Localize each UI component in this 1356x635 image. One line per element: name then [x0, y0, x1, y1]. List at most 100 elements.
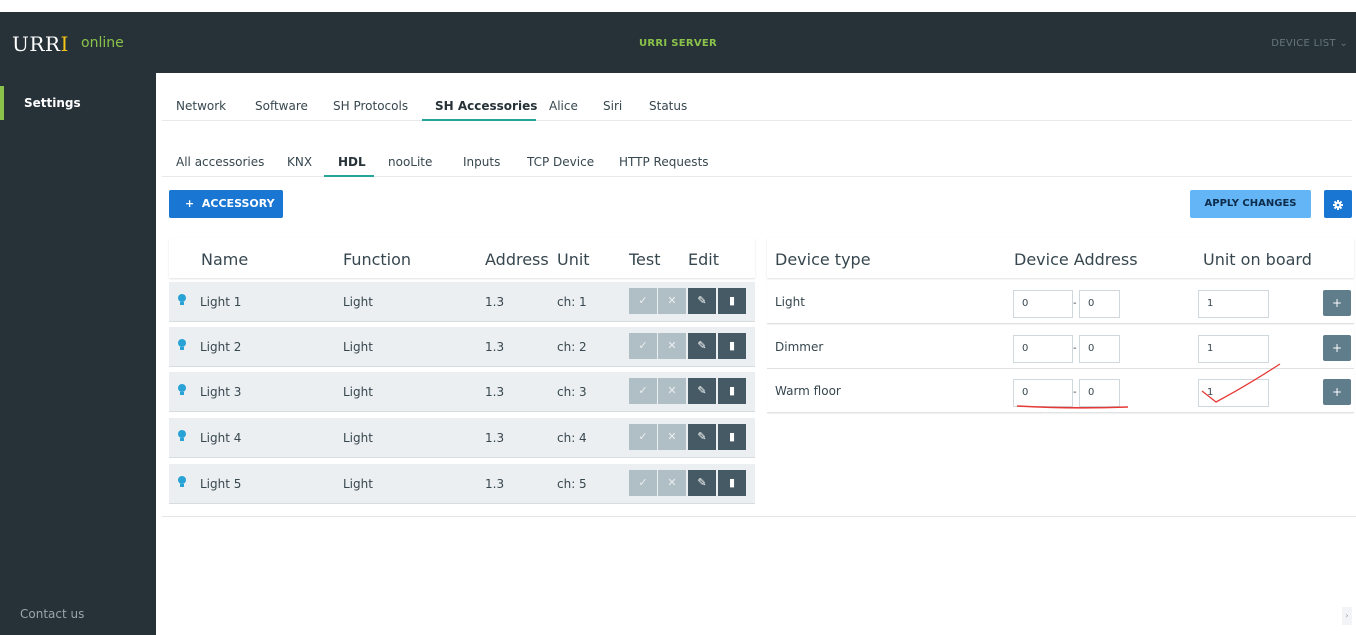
tab-inputs[interactable]: Inputs [463, 155, 500, 169]
row-name: Light 4 [200, 431, 242, 445]
row-function: Light [343, 477, 373, 491]
active-tab-indicator [422, 119, 536, 121]
row-function: Light [343, 340, 373, 354]
contact-us-link[interactable]: Contact us [20, 607, 84, 621]
gear-icon [1333, 199, 1343, 210]
edit-button[interactable]: ✎ [688, 333, 716, 359]
red-annotation-marks [1016, 363, 1281, 409]
sidebar-item-settings[interactable]: Settings [0, 86, 156, 120]
row-function: Light [343, 385, 373, 399]
check-icon: ✓ [638, 430, 648, 443]
row-function: Light [343, 295, 373, 309]
lightbulb-icon [178, 476, 186, 487]
tab-siri[interactable]: Siri [603, 99, 622, 113]
table-row[interactable]: Light 5 Light 1.3 ch: 5 ✓ ✕ ✎ ▮ [169, 464, 755, 504]
tab-alice[interactable]: Alice [549, 99, 578, 113]
table-row[interactable]: Light 1 Light 1.3 ch: 1 ✓ ✕ ✎ ▮ [169, 282, 755, 322]
delete-button[interactable]: ▮ [718, 378, 746, 404]
test-on-button[interactable]: ✓ [629, 378, 657, 404]
tab-sh-accessories[interactable]: SH Accessories [435, 99, 537, 113]
row-name: Light 3 [200, 385, 242, 399]
row-unit: ch: 5 [557, 477, 587, 491]
table-row[interactable]: Light 4 Light 1.3 ch: 4 ✓ ✕ ✎ ▮ [169, 418, 755, 458]
address-part1-input[interactable]: 0 [1013, 335, 1073, 363]
address-part2-input[interactable]: 0 [1079, 290, 1120, 318]
server-title: URRI SERVER [638, 38, 718, 49]
check-icon: ✓ [638, 384, 648, 397]
delete-button[interactable]: ▮ [718, 288, 746, 314]
close-icon: ✕ [667, 430, 677, 443]
delete-button[interactable]: ▮ [718, 333, 746, 359]
add-accessory-button[interactable]: + ACCESSORY [169, 190, 283, 218]
edit-button[interactable]: ✎ [688, 424, 716, 450]
add-device-button[interactable]: + [1323, 379, 1351, 405]
device-list-dropdown[interactable]: DEVICE LIST ⌄ [1271, 38, 1348, 49]
row-name: Light 2 [200, 340, 242, 354]
top-bar: URRI online URRI SERVER DEVICE LIST ⌄ [0, 12, 1356, 73]
table-row[interactable]: Light 3 Light 1.3 ch: 3 ✓ ✕ ✎ ▮ [169, 372, 755, 412]
tab-hdl[interactable]: HDL [338, 155, 366, 169]
row-address: 1.3 [485, 431, 505, 445]
trash-icon: ▮ [728, 294, 736, 307]
edit-button[interactable]: ✎ [688, 288, 716, 314]
tab-sh-protocols[interactable]: SH Protocols [333, 99, 408, 113]
test-off-button[interactable]: ✕ [658, 288, 686, 314]
test-on-button[interactable]: ✓ [629, 333, 657, 359]
header-unit-on-board: Unit on board [1203, 250, 1312, 269]
header-edit: Edit [688, 250, 719, 269]
header-unit: Unit [557, 250, 590, 269]
unit-on-board-input[interactable]: 1 [1198, 335, 1269, 363]
header-device-type: Device type [775, 250, 871, 269]
unit-on-board-input[interactable]: 1 [1198, 290, 1269, 318]
edit-button[interactable]: ✎ [688, 378, 716, 404]
address-separator: - [1073, 298, 1077, 309]
address-part1-input[interactable]: 0 [1013, 290, 1073, 318]
edit-button[interactable]: ✎ [688, 470, 716, 496]
test-off-button[interactable]: ✕ [658, 378, 686, 404]
device-type-label: Dimmer [775, 340, 824, 354]
row-address: 1.3 [485, 385, 505, 399]
test-off-button[interactable]: ✕ [658, 470, 686, 496]
tab-tcp-device[interactable]: TCP Device [527, 155, 594, 169]
check-icon: ✓ [638, 339, 648, 352]
plus-icon: + [1331, 296, 1343, 310]
header-name: Name [201, 250, 249, 269]
test-on-button[interactable]: ✓ [629, 288, 657, 314]
delete-button[interactable]: ▮ [718, 424, 746, 450]
settings-button[interactable] [1324, 190, 1352, 218]
pencil-icon: ✎ [697, 476, 707, 489]
tab-noolite[interactable]: nooLite [388, 155, 432, 169]
tab-knx[interactable]: KNX [287, 155, 312, 169]
tab-network[interactable]: Network [176, 99, 226, 113]
row-function: Light [343, 431, 373, 445]
tab-all-accessories[interactable]: All accessories [176, 155, 264, 169]
address-part2-input[interactable]: 0 [1079, 335, 1120, 363]
pencil-icon: ✎ [697, 384, 707, 397]
row-unit: ch: 4 [557, 431, 587, 445]
close-icon: ✕ [667, 339, 677, 352]
header-device-address: Device Address [1014, 250, 1138, 269]
sidebar: Settings Contact us [0, 73, 156, 635]
chevron-down-icon: ⌄ [1339, 38, 1348, 49]
pencil-icon: ✎ [697, 294, 707, 307]
main-tabs: Network Software SH Protocols SH Accesso… [162, 89, 1352, 121]
test-off-button[interactable]: ✕ [658, 424, 686, 450]
lightbulb-icon [178, 294, 186, 305]
test-on-button[interactable]: ✓ [629, 470, 657, 496]
device-type-table-header: Device type Device Address Unit on board [767, 238, 1354, 278]
plus-icon: + [185, 197, 195, 210]
test-on-button[interactable]: ✓ [629, 424, 657, 450]
close-icon: ✕ [667, 384, 677, 397]
add-device-button[interactable]: + [1323, 335, 1351, 361]
table-row[interactable]: Light 2 Light 1.3 ch: 2 ✓ ✕ ✎ ▮ [169, 327, 755, 367]
tab-software[interactable]: Software [255, 99, 308, 113]
sub-tabs: All accessories KNX HDL nooLite Inputs T… [162, 145, 1352, 177]
delete-button[interactable]: ▮ [718, 470, 746, 496]
tab-http-requests[interactable]: HTTP Requests [619, 155, 709, 169]
tab-status[interactable]: Status [649, 99, 687, 113]
check-icon: ✓ [638, 476, 648, 489]
test-off-button[interactable]: ✕ [658, 333, 686, 359]
side-toggle-icon[interactable]: › [1342, 607, 1352, 625]
apply-changes-button[interactable]: APPLY CHANGES [1190, 190, 1311, 218]
add-device-button[interactable]: + [1323, 290, 1351, 316]
